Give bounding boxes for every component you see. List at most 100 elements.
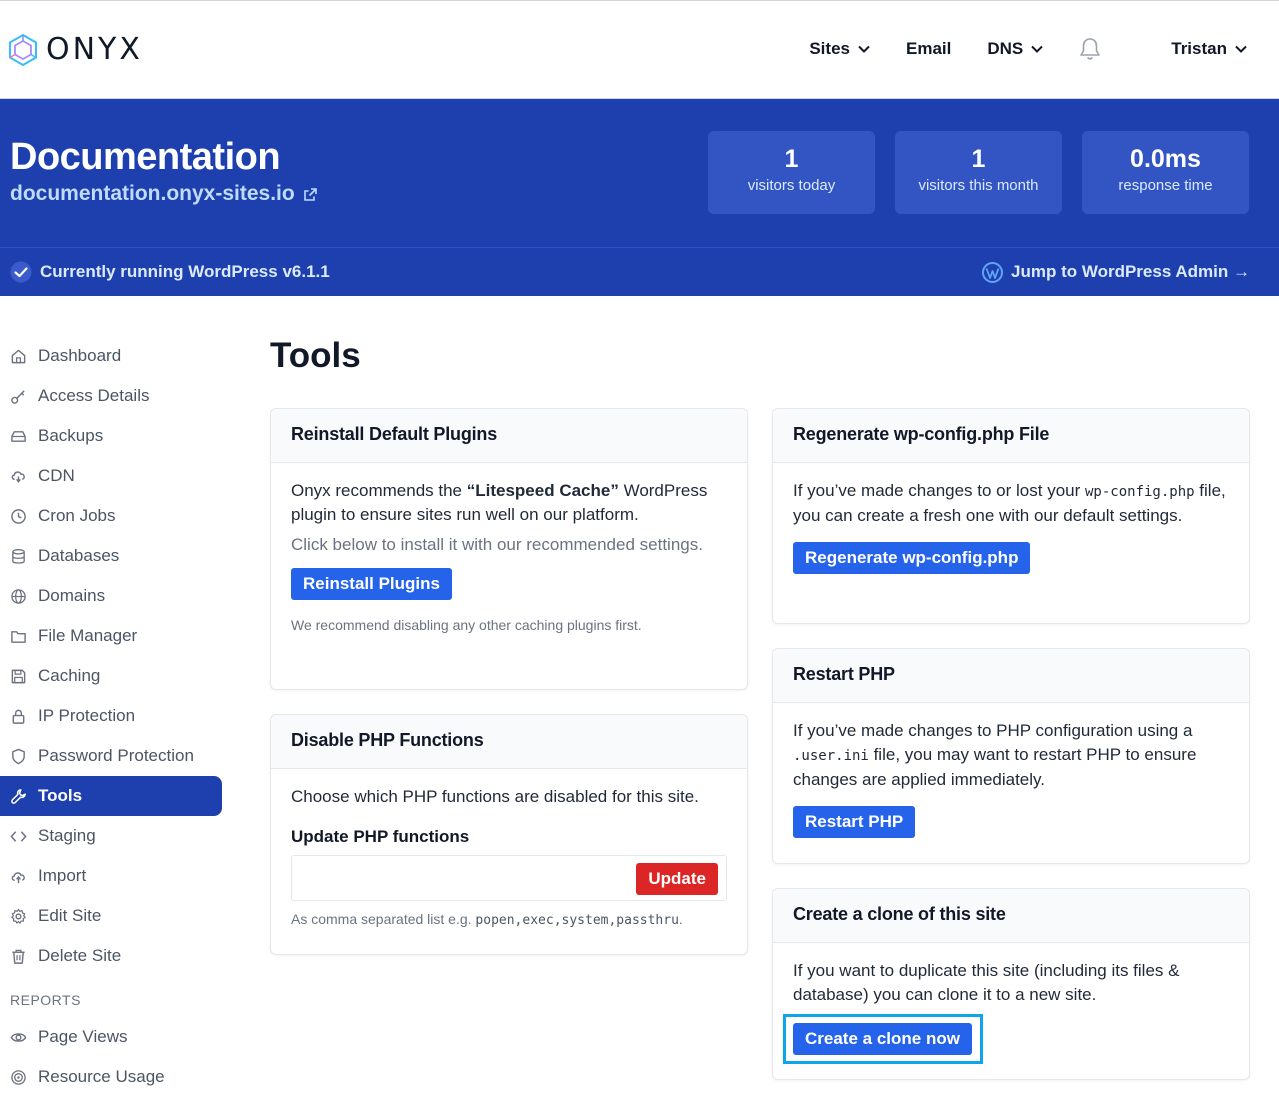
sidebar-item-domains[interactable]: Domains bbox=[0, 576, 222, 616]
sidebar-item-label: Caching bbox=[38, 666, 101, 685]
sidebar-item-edit-site[interactable]: Edit Site bbox=[0, 896, 222, 936]
sidebar-item-staging[interactable]: Staging bbox=[0, 816, 222, 856]
restart-php-card: Restart PHP If you’ve made changes to PH… bbox=[772, 648, 1250, 864]
clone-button-highlight: Create a clone now bbox=[783, 1014, 983, 1064]
php-functions-input[interactable] bbox=[292, 856, 632, 900]
regenerate-wp-config-card: Regenerate wp-config.php File If you’ve … bbox=[772, 408, 1250, 624]
site-header: Documentation documentation.onyx-sites.i… bbox=[0, 99, 1279, 296]
reinstall-plugins-button[interactable]: Reinstall Plugins bbox=[291, 568, 452, 600]
reinstall-text-before: Onyx recommends the bbox=[291, 481, 467, 500]
site-title: Documentation bbox=[10, 136, 281, 178]
card-heading: Create a clone of this site bbox=[773, 889, 1249, 943]
brand-name: ONYX bbox=[46, 32, 143, 67]
sidebar-item-label: CDN bbox=[38, 466, 75, 485]
page-title: Tools bbox=[270, 336, 361, 375]
sidebar-item-delete-site[interactable]: Delete Site bbox=[0, 936, 222, 976]
wordpress-admin-link[interactable]: Jump to WordPress Admin → bbox=[982, 261, 1250, 283]
disable-php-functions-card: Disable PHP Functions Choose which PHP f… bbox=[270, 714, 748, 955]
sidebar-item-dashboard[interactable]: Dashboard bbox=[0, 336, 222, 376]
chevron-down-icon bbox=[1031, 45, 1043, 53]
sidebar-item-label: Import bbox=[38, 866, 87, 885]
reinstall-note: We recommend disabling any other caching… bbox=[291, 617, 642, 633]
sidebar-item-databases[interactable]: Databases bbox=[0, 536, 222, 576]
sidebar-item-page-views[interactable]: Page Views bbox=[0, 1017, 222, 1057]
update-php-functions-button[interactable]: Update bbox=[636, 863, 718, 895]
sidebar-item-cdn[interactable]: CDN bbox=[0, 456, 222, 496]
stat-label: visitors this month bbox=[918, 177, 1039, 194]
nav-sites[interactable]: Sites bbox=[809, 37, 870, 61]
site-url-link[interactable]: documentation.onyx-sites.io bbox=[10, 181, 318, 207]
reinstall-hint: Click below to install it with our recom… bbox=[291, 535, 703, 554]
sidebar-item-label: Dashboard bbox=[38, 346, 122, 365]
sidebar-item-caching[interactable]: Caching bbox=[0, 656, 222, 696]
target-icon bbox=[11, 1069, 26, 1085]
sidebar-item-label: Access Details bbox=[38, 386, 150, 405]
recommended-plugin-name: “Litespeed Cache” bbox=[466, 481, 619, 500]
sidebar-item-ip-protection[interactable]: IP Protection bbox=[0, 696, 222, 736]
sidebar-item-access-details[interactable]: Access Details bbox=[0, 376, 222, 416]
php-functions-field: Update bbox=[291, 855, 727, 901]
site-url-text: documentation.onyx-sites.io bbox=[10, 182, 295, 205]
drive-icon bbox=[11, 430, 26, 442]
stat-visitors-month: 1 visitors this month bbox=[895, 131, 1062, 214]
card-heading: Regenerate wp-config.php File bbox=[773, 409, 1249, 463]
eye-icon bbox=[10, 1032, 27, 1042]
notifications-button[interactable] bbox=[1079, 37, 1101, 61]
create-clone-button[interactable]: Create a clone now bbox=[793, 1023, 972, 1055]
disable-php-description: Choose which PHP functions are disabled … bbox=[291, 787, 699, 806]
sidebar-item-import[interactable]: Import bbox=[0, 856, 222, 896]
gear-icon bbox=[11, 908, 26, 924]
wordpress-admin-text: Jump to WordPress Admin → bbox=[1011, 262, 1250, 281]
sidebar-item-cron-jobs[interactable]: Cron Jobs bbox=[0, 496, 222, 536]
cloud-upload-icon bbox=[11, 871, 25, 883]
reinstall-plugins-card: Reinstall Default Plugins Onyx recommend… bbox=[270, 408, 748, 690]
restart-php-description: If you’ve made changes to PHP configurat… bbox=[793, 719, 1229, 792]
regenerate-text-before: If you’ve made changes to or lost your bbox=[793, 481, 1085, 500]
stat-response-time: 0.0ms response time bbox=[1082, 131, 1249, 214]
sidebar-item-label: IP Protection bbox=[38, 706, 136, 725]
wordpress-version-status: Currently running WordPress v6.1.1 bbox=[10, 261, 330, 283]
bell-icon bbox=[1080, 38, 1101, 60]
help-prefix: As comma separated list e.g. bbox=[291, 911, 476, 927]
reinstall-description: Onyx recommends the “Litespeed Cache” Wo… bbox=[291, 479, 727, 527]
sidebar-item-tools[interactable]: Tools bbox=[0, 776, 222, 816]
card-heading: Reinstall Default Plugins bbox=[271, 409, 747, 463]
user-menu[interactable]: Tristan bbox=[1171, 37, 1247, 61]
php-functions-help: As comma separated list e.g. popen,exec,… bbox=[291, 909, 727, 931]
key-icon bbox=[11, 389, 25, 404]
check-circle-icon bbox=[10, 261, 32, 283]
restart-text-before: If you’ve made changes to PHP configurat… bbox=[793, 721, 1193, 740]
regenerate-wp-config-button[interactable]: Regenerate wp-config.php bbox=[793, 542, 1031, 574]
folder-icon bbox=[11, 630, 26, 643]
wordpress-icon bbox=[982, 261, 1004, 283]
user-name: Tristan bbox=[1171, 39, 1227, 58]
sidebar-item-label: Resource Usage bbox=[38, 1067, 165, 1086]
onyx-logo[interactable]: ONYX bbox=[8, 33, 143, 67]
nav-email[interactable]: Email bbox=[906, 37, 951, 61]
sidebar-item-label: Domains bbox=[38, 586, 106, 605]
sidebar-item-password-protection[interactable]: Password Protection bbox=[0, 736, 222, 776]
sidebar-item-label: Databases bbox=[38, 546, 120, 565]
sidebar-item-label: Edit Site bbox=[38, 906, 102, 925]
restart-php-button[interactable]: Restart PHP bbox=[793, 806, 916, 838]
nav-dns-label: DNS bbox=[987, 39, 1024, 58]
user-ini-filename: .user.ini bbox=[793, 748, 869, 764]
site-stats: 1 visitors today 1 visitors this month 0… bbox=[708, 131, 1249, 214]
sidebar-item-file-manager[interactable]: File Manager bbox=[0, 616, 222, 656]
stat-value: 0.0ms bbox=[1130, 145, 1201, 173]
nav-dns[interactable]: DNS bbox=[987, 37, 1043, 61]
hexagon-logo-icon bbox=[9, 33, 37, 67]
sidebar-item-label: Page Views bbox=[38, 1027, 128, 1046]
sidebar-item-backups[interactable]: Backups bbox=[0, 416, 222, 456]
stat-value: 1 bbox=[971, 145, 986, 173]
clock-icon bbox=[11, 508, 26, 524]
save-icon bbox=[11, 669, 26, 683]
nav-sites-label: Sites bbox=[809, 39, 850, 58]
sidebar-item-resource-usage[interactable]: Resource Usage bbox=[0, 1057, 222, 1097]
sidebar: Dashboard Access Details Backups CDN Cro… bbox=[0, 336, 222, 1097]
wordpress-version-text: Currently running WordPress v6.1.1 bbox=[40, 262, 330, 281]
nav-email-label: Email bbox=[905, 39, 952, 58]
sidebar-item-label: Backups bbox=[38, 426, 104, 445]
clone-site-card: Create a clone of this site If you want … bbox=[772, 888, 1250, 1080]
stat-label: response time bbox=[1118, 177, 1213, 194]
